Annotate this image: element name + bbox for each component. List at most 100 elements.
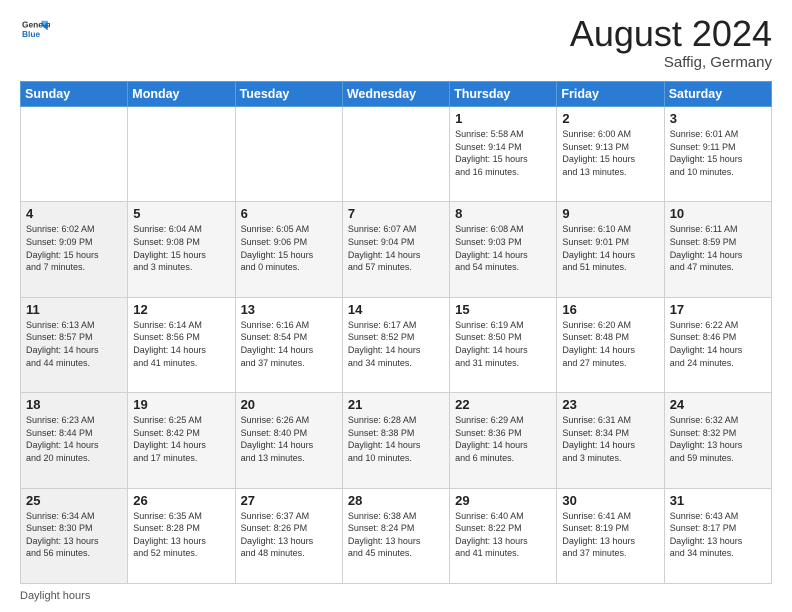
week-row-5: 25 Sunrise: 6:34 AMSunset: 8:30 PMDayligh…: [21, 488, 772, 583]
day-info: Sunrise: 6:41 AMSunset: 8:19 PMDaylight:…: [562, 510, 658, 560]
day-cell: 18 Sunrise: 6:23 AMSunset: 8:44 PMDayligh…: [21, 393, 128, 488]
day-info: Sunrise: 6:32 AMSunset: 8:32 PMDaylight:…: [670, 414, 766, 464]
day-info: Sunrise: 6:25 AMSunset: 8:42 PMDaylight:…: [133, 414, 229, 464]
logo: General Blue: [20, 16, 50, 49]
day-cell: 14 Sunrise: 6:17 AMSunset: 8:52 PMDayligh…: [342, 297, 449, 392]
day-info: Sunrise: 6:35 AMSunset: 8:28 PMDaylight:…: [133, 510, 229, 560]
day-cell: 27 Sunrise: 6:37 AMSunset: 8:26 PMDayligh…: [235, 488, 342, 583]
day-number: 6: [241, 206, 337, 221]
day-info: Sunrise: 6:26 AMSunset: 8:40 PMDaylight:…: [241, 414, 337, 464]
day-cell: 17 Sunrise: 6:22 AMSunset: 8:46 PMDayligh…: [664, 297, 771, 392]
day-info: Sunrise: 6:19 AMSunset: 8:50 PMDaylight:…: [455, 319, 551, 369]
day-number: 4: [26, 206, 122, 221]
day-info: Sunrise: 6:38 AMSunset: 8:24 PMDaylight:…: [348, 510, 444, 560]
day-number: 11: [26, 302, 122, 317]
day-cell: [21, 107, 128, 202]
header: General Blue August 2024 Saffig, Germany: [20, 16, 772, 71]
day-cell: 7 Sunrise: 6:07 AMSunset: 9:04 PMDaylight…: [342, 202, 449, 297]
day-info: Sunrise: 6:01 AMSunset: 9:11 PMDaylight:…: [670, 128, 766, 178]
day-info: Sunrise: 6:16 AMSunset: 8:54 PMDaylight:…: [241, 319, 337, 369]
calendar-header-row: SundayMondayTuesdayWednesdayThursdayFrid…: [21, 82, 772, 107]
day-cell: 22Sunrise: 6:29 AMSunset: 8:36 PMDayligh…: [450, 393, 557, 488]
day-info: Sunrise: 6:07 AMSunset: 9:04 PMDaylight:…: [348, 223, 444, 273]
day-info: Sunrise: 6:14 AMSunset: 8:56 PMDaylight:…: [133, 319, 229, 369]
week-row-2: 4 Sunrise: 6:02 AMSunset: 9:09 PMDaylight…: [21, 202, 772, 297]
day-cell: 24Sunrise: 6:32 AMSunset: 8:32 PMDayligh…: [664, 393, 771, 488]
day-number: 8: [455, 206, 551, 221]
day-number: 31: [670, 493, 766, 508]
day-cell: 29 Sunrise: 6:40 AMSunset: 8:22 PMDayligh…: [450, 488, 557, 583]
title-area: August 2024 Saffig, Germany: [570, 16, 772, 71]
day-cell: [128, 107, 235, 202]
day-number: 16: [562, 302, 658, 317]
day-info: Sunrise: 6:04 AMSunset: 9:08 PMDaylight:…: [133, 223, 229, 273]
day-number: 14: [348, 302, 444, 317]
day-cell: 10Sunrise: 6:11 AMSunset: 8:59 PMDayligh…: [664, 202, 771, 297]
day-cell: 30Sunrise: 6:41 AMSunset: 8:19 PMDayligh…: [557, 488, 664, 583]
logo-svg: General Blue: [22, 16, 50, 44]
day-cell: 21Sunrise: 6:28 AMSunset: 8:38 PMDayligh…: [342, 393, 449, 488]
day-number: 21: [348, 397, 444, 412]
day-number: 5: [133, 206, 229, 221]
calendar-table: SundayMondayTuesdayWednesdayThursdayFrid…: [20, 81, 772, 584]
day-cell: 26 Sunrise: 6:35 AMSunset: 8:28 PMDayligh…: [128, 488, 235, 583]
day-info: Sunrise: 6:37 AMSunset: 8:26 PMDaylight:…: [241, 510, 337, 560]
week-row-1: 1Sunrise: 5:58 AMSunset: 9:14 PMDaylight…: [21, 107, 772, 202]
header-day-wednesday: Wednesday: [342, 82, 449, 107]
day-info: Sunrise: 6:05 AMSunset: 9:06 PMDaylight:…: [241, 223, 337, 273]
day-cell: 28Sunrise: 6:38 AMSunset: 8:24 PMDayligh…: [342, 488, 449, 583]
day-cell: 12 Sunrise: 6:14 AMSunset: 8:56 PMDayligh…: [128, 297, 235, 392]
day-number: 25: [26, 493, 122, 508]
day-info: Sunrise: 6:34 AMSunset: 8:30 PMDaylight:…: [26, 510, 122, 560]
day-info: Sunrise: 6:40 AMSunset: 8:22 PMDaylight:…: [455, 510, 551, 560]
day-cell: 13 Sunrise: 6:16 AMSunset: 8:54 PMDayligh…: [235, 297, 342, 392]
day-cell: 3 Sunrise: 6:01 AMSunset: 9:11 PMDaylight…: [664, 107, 771, 202]
week-row-4: 18 Sunrise: 6:23 AMSunset: 8:44 PMDayligh…: [21, 393, 772, 488]
day-cell: 2Sunrise: 6:00 AMSunset: 9:13 PMDaylight…: [557, 107, 664, 202]
day-number: 13: [241, 302, 337, 317]
day-cell: 25 Sunrise: 6:34 AMSunset: 8:30 PMDayligh…: [21, 488, 128, 583]
day-number: 3: [670, 111, 766, 126]
header-day-tuesday: Tuesday: [235, 82, 342, 107]
day-cell: 31 Sunrise: 6:43 AMSunset: 8:17 PMDayligh…: [664, 488, 771, 583]
day-info: Sunrise: 6:08 AMSunset: 9:03 PMDaylight:…: [455, 223, 551, 273]
day-number: 19: [133, 397, 229, 412]
day-number: 26: [133, 493, 229, 508]
day-info: Sunrise: 6:11 AMSunset: 8:59 PMDaylight:…: [670, 223, 766, 273]
day-number: 18: [26, 397, 122, 412]
logo-text: General Blue: [20, 16, 50, 49]
day-info: Sunrise: 6:02 AMSunset: 9:09 PMDaylight:…: [26, 223, 122, 273]
svg-text:Blue: Blue: [22, 29, 40, 39]
header-day-sunday: Sunday: [21, 82, 128, 107]
day-info: Sunrise: 6:43 AMSunset: 8:17 PMDaylight:…: [670, 510, 766, 560]
day-info: Sunrise: 5:58 AMSunset: 9:14 PMDaylight:…: [455, 128, 551, 178]
day-number: 12: [133, 302, 229, 317]
day-info: Sunrise: 6:17 AMSunset: 8:52 PMDaylight:…: [348, 319, 444, 369]
day-number: 7: [348, 206, 444, 221]
day-cell: 1Sunrise: 5:58 AMSunset: 9:14 PMDaylight…: [450, 107, 557, 202]
day-cell: 4 Sunrise: 6:02 AMSunset: 9:09 PMDaylight…: [21, 202, 128, 297]
day-info: Sunrise: 6:00 AMSunset: 9:13 PMDaylight:…: [562, 128, 658, 178]
day-info: Sunrise: 6:22 AMSunset: 8:46 PMDaylight:…: [670, 319, 766, 369]
day-info: Sunrise: 6:10 AMSunset: 9:01 PMDaylight:…: [562, 223, 658, 273]
day-cell: 15 Sunrise: 6:19 AMSunset: 8:50 PMDayligh…: [450, 297, 557, 392]
day-cell: [235, 107, 342, 202]
day-cell: 20 Sunrise: 6:26 AMSunset: 8:40 PMDayligh…: [235, 393, 342, 488]
day-info: Sunrise: 6:13 AMSunset: 8:57 PMDaylight:…: [26, 319, 122, 369]
day-number: 15: [455, 302, 551, 317]
day-cell: 8 Sunrise: 6:08 AMSunset: 9:03 PMDaylight…: [450, 202, 557, 297]
day-number: 29: [455, 493, 551, 508]
day-cell: 19 Sunrise: 6:25 AMSunset: 8:42 PMDayligh…: [128, 393, 235, 488]
day-cell: 16Sunrise: 6:20 AMSunset: 8:48 PMDayligh…: [557, 297, 664, 392]
day-number: 20: [241, 397, 337, 412]
day-cell: 6 Sunrise: 6:05 AMSunset: 9:06 PMDaylight…: [235, 202, 342, 297]
day-number: 17: [670, 302, 766, 317]
header-day-thursday: Thursday: [450, 82, 557, 107]
day-number: 27: [241, 493, 337, 508]
day-info: Sunrise: 6:23 AMSunset: 8:44 PMDaylight:…: [26, 414, 122, 464]
day-cell: 23Sunrise: 6:31 AMSunset: 8:34 PMDayligh…: [557, 393, 664, 488]
calendar-page: General Blue August 2024 Saffig, Germany…: [0, 0, 792, 612]
day-info: Sunrise: 6:29 AMSunset: 8:36 PMDaylight:…: [455, 414, 551, 464]
footer-note: Daylight hours: [20, 590, 772, 602]
day-info: Sunrise: 6:31 AMSunset: 8:34 PMDaylight:…: [562, 414, 658, 464]
